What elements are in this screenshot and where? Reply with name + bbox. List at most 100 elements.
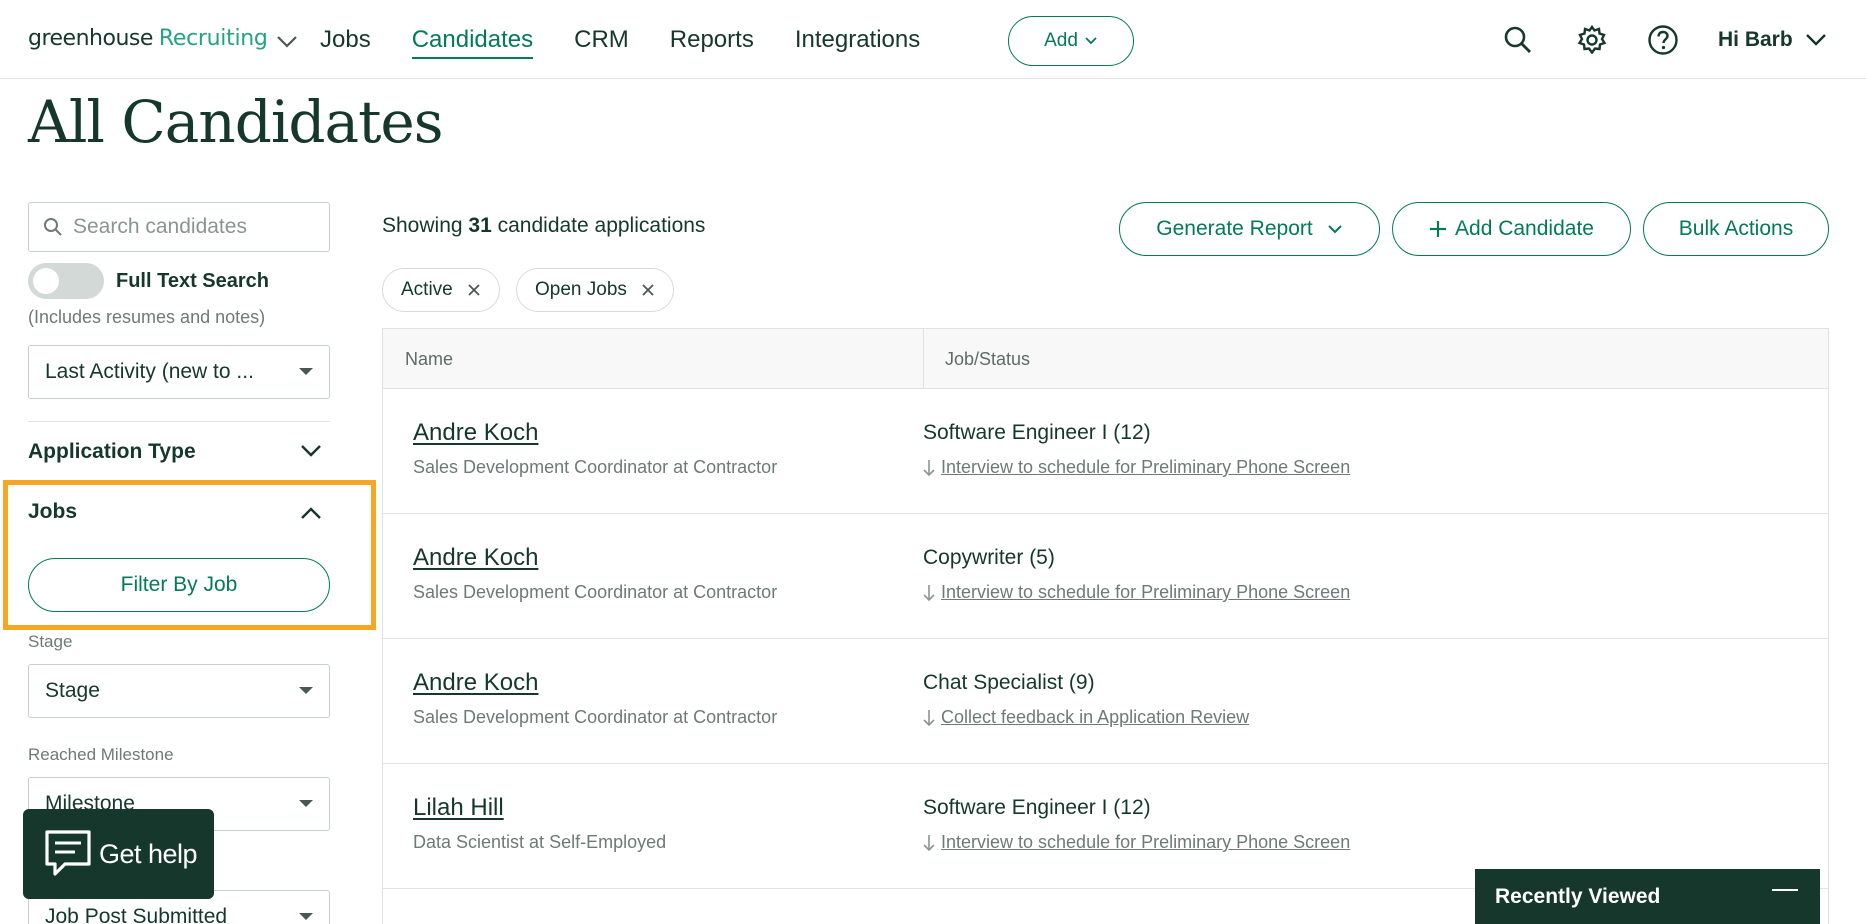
search-icon[interactable] [1502,24,1534,56]
arrow-down-icon [923,584,935,601]
candidate-subtitle: Sales Development Coordinator at Contrac… [413,582,778,602]
status-link[interactable]: Interview to schedule for Preliminary Ph… [941,832,1350,853]
plus-icon [1430,221,1447,237]
candidate-name-link[interactable]: Andre Koch [413,419,538,447]
stage-select[interactable]: Stage [28,664,330,718]
add-candidate-button[interactable]: Add Candidate [1392,202,1631,256]
status: Collect feedback in Application Review [923,707,1249,728]
add-candidate-label: Add Candidate [1455,217,1594,240]
user-menu[interactable]: Hi Barb [1718,28,1827,52]
arrow-down-icon [923,459,935,476]
chevron-down-icon [1085,37,1097,45]
nav-link-jobs[interactable]: Jobs [320,26,371,59]
recently-viewed-panel[interactable]: Recently Viewed [1475,869,1820,924]
get-help-label: Get help [99,838,198,869]
results-count-number: 31 [468,214,492,237]
chevron-down-icon [1805,34,1826,46]
get-help-button[interactable]: Get help [23,809,214,899]
job-title: Software Engineer I (12) [923,421,1151,444]
full-text-search-toggle[interactable] [28,263,104,299]
status: Interview to schedule for Preliminary Ph… [923,582,1350,603]
nav-link-reports[interactable]: Reports [670,26,754,59]
chevron-down-icon[interactable] [300,444,322,458]
generate-report-label: Generate Report [1156,217,1313,240]
candidate-name-link[interactable]: Andre Koch [413,544,538,572]
caret-down-icon [299,687,313,694]
job-title: Software Engineer I (12) [923,796,1151,819]
table-row: Andre Koch Sales Development Coordinator… [383,514,1828,639]
column-header-name[interactable]: Name [405,349,453,370]
caret-down-icon [299,368,313,375]
job-title: Chat Specialist (9) [923,671,1095,694]
sort-select-value: Last Activity (new to ... [45,360,254,383]
table-header: Name Job/Status [383,329,1828,389]
arrow-down-icon [923,834,935,851]
generate-report-button[interactable]: Generate Report [1119,202,1380,256]
logo-text: greenhouse [28,26,153,51]
status: Interview to schedule for Preliminary Ph… [923,457,1350,478]
search-box[interactable] [28,202,330,252]
page-title: All Candidates [28,88,444,156]
nav-link-candidates[interactable]: Candidates [411,26,534,59]
candidate-subtitle: Sales Development Coordinator at Contrac… [413,707,778,727]
job-title: Copywriter (5) [923,546,1055,569]
sort-select[interactable]: Last Activity (new to ... [28,345,330,399]
arrow-down-icon [923,709,935,726]
nav-links: Jobs Candidates CRM Reports Integrations [320,26,961,59]
chevron-down-icon[interactable] [276,35,298,49]
stage-select-value: Stage [45,679,100,702]
search-input[interactable] [73,215,313,239]
user-greeting: Hi Barb [1718,28,1793,51]
candidate-name-link[interactable]: Andre Koch [413,669,538,697]
candidates-table: Name Job/Status Andre Koch Sales Develop… [382,328,1829,924]
results-count-suffix: candidate applications [497,214,706,237]
jobs-header[interactable]: Jobs [28,500,77,524]
full-text-search-row: Full Text Search [28,263,269,299]
filter-chip-open-jobs: Open Jobs [516,268,674,312]
caret-down-icon [299,913,313,920]
status-link[interactable]: Interview to schedule for Preliminary Ph… [941,457,1350,478]
logo-product: Recruiting [158,26,268,51]
candidate-subtitle: Data Scientist at Self-Employed [413,832,667,852]
chat-icon [45,830,91,876]
minimize-icon[interactable] [1772,889,1798,891]
column-divider [923,329,924,389]
column-header-job-status[interactable]: Job/Status [945,349,1030,370]
chevron-up-icon[interactable] [300,506,322,520]
application-type-header[interactable]: Application Type [28,440,196,464]
nav-link-crm[interactable]: CRM [574,26,629,59]
status-link[interactable]: Interview to schedule for Preliminary Ph… [941,582,1350,603]
status: Interview to schedule for Preliminary Ph… [923,832,1350,853]
close-icon[interactable] [467,283,481,297]
milestone-label: Reached Milestone [28,745,174,764]
top-nav: greenhouse Recruiting Jobs Candidates CR… [0,0,1866,79]
results-count: Showing 31 candidate applications [382,214,705,238]
candidate-name-link[interactable]: Lilah Hill [413,794,504,822]
gear-icon[interactable] [1576,24,1608,56]
caret-down-icon [299,800,313,807]
table-row: Andre Koch Sales Development Coordinator… [383,639,1828,764]
job-post-select-value: Job Post Submitted [45,905,228,924]
add-button[interactable]: Add [1008,16,1134,66]
results-count-prefix: Showing [382,214,463,237]
full-text-search-hint: (Includes resumes and notes) [28,307,266,327]
add-button-label: Add [1044,30,1078,51]
status-link[interactable]: Collect feedback in Application Review [941,707,1249,728]
nav-link-integrations[interactable]: Integrations [795,26,920,59]
toggle-knob [33,268,59,294]
greenhouse-logo[interactable]: greenhouse Recruiting [28,26,298,51]
candidate-subtitle: Sales Development Coordinator at Contrac… [413,457,778,477]
filter-chip-label: Open Jobs [535,279,627,300]
close-icon[interactable] [641,283,655,297]
filter-by-job-button[interactable]: Filter By Job [28,558,330,612]
full-text-search-label: Full Text Search [116,269,270,292]
table-row: Andre Koch Sales Development Coordinator… [383,389,1828,514]
stage-label: Stage [28,632,73,651]
search-icon [44,218,62,236]
help-icon[interactable] [1647,24,1679,56]
filter-chip-label: Active [401,279,453,300]
chevron-down-icon [1328,225,1342,234]
recently-viewed-label: Recently Viewed [1495,885,1661,908]
sidebar-divider [28,421,330,422]
bulk-actions-button[interactable]: Bulk Actions [1643,202,1829,256]
